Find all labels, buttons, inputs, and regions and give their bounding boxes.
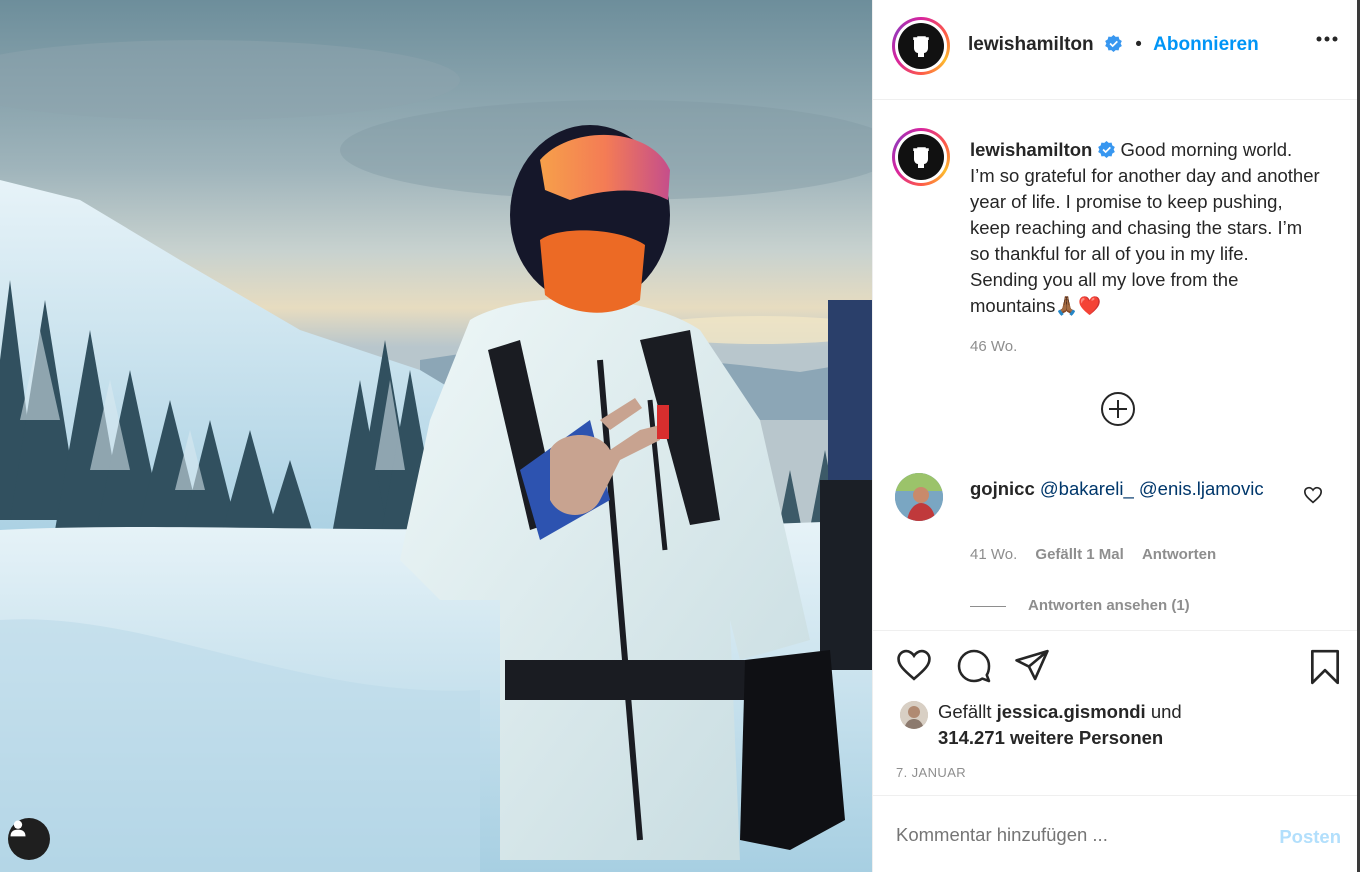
caption-emoji: 🙏🏾❤️ (1055, 295, 1102, 316)
liker-username[interactable]: jessica.gismondi (997, 701, 1146, 722)
liker-avatar[interactable] (900, 701, 928, 729)
comment-meta: 41 Wo. Gefällt 1 Mal Antworten (970, 546, 1230, 563)
instagram-post: lewishamilton • Abonnieren lewishamilton… (0, 0, 1360, 872)
bookmark-icon[interactable] (1309, 648, 1341, 686)
fist-icon (913, 36, 929, 57)
likes-count-link[interactable]: 314.271 weitere Personen (938, 727, 1163, 748)
heart-icon[interactable] (1303, 486, 1323, 504)
avatar-image (895, 473, 943, 521)
verified-icon (1098, 141, 1116, 158)
avatar-image (900, 701, 928, 729)
caption-username[interactable]: lewishamilton (970, 139, 1092, 160)
caption-body: Good morning world. I’m so grateful for … (970, 139, 1320, 316)
comment-timestamp: 41 Wo. (970, 546, 1018, 563)
share-icon[interactable] (1013, 648, 1051, 682)
add-comment-bar: Posten (873, 795, 1360, 872)
post-actions: Gefällt jessica.gismondi und 314.271 wei… (873, 630, 1360, 795)
mention-link[interactable]: @enis.ljamovic (1139, 478, 1264, 499)
tagged-users-button[interactable] (8, 818, 50, 860)
post-comment-button[interactable]: Posten (1279, 826, 1341, 848)
plus-circle-icon[interactable] (1100, 391, 1136, 427)
header-username[interactable]: lewishamilton (968, 34, 1094, 55)
verified-icon (1105, 35, 1122, 52)
caption-text: lewishamilton Good morning world. I’m so… (970, 137, 1320, 319)
comment-icon[interactable] (955, 648, 993, 684)
post-header: lewishamilton • Abonnieren (873, 0, 1360, 100)
photo-illustration (0, 0, 872, 872)
heart-icon[interactable] (895, 648, 933, 682)
caption-avatar[interactable] (892, 128, 950, 186)
header-username-row: lewishamilton • Abonnieren (968, 34, 1259, 56)
mention-link[interactable]: @bakareli_ (1040, 478, 1134, 499)
user-icon (10, 820, 26, 837)
likes-and: und (1150, 701, 1182, 722)
likes-prefix: Gefällt (938, 701, 992, 722)
comment-text: gojnicc @bakareli_ @enis.ljamovic (970, 476, 1270, 502)
comment-input[interactable] (896, 824, 1196, 846)
fist-icon (913, 147, 929, 168)
divider (970, 605, 1006, 607)
comment-avatar[interactable] (895, 473, 943, 521)
view-replies-button[interactable]: Antworten ansehen (1) (970, 597, 1190, 614)
separator-dot: • (1135, 34, 1142, 55)
reply-button[interactable]: Antworten (1142, 546, 1216, 563)
post-photo[interactable] (0, 0, 872, 872)
comment-likes-link[interactable]: Gefällt 1 Mal (1035, 546, 1123, 563)
likes-text: Gefällt jessica.gismondi und 314.271 wei… (938, 699, 1238, 751)
caption-timestamp: 46 Wo. (970, 338, 1018, 355)
more-icon[interactable] (1316, 36, 1338, 42)
post-date: 7. JANUAR (896, 765, 967, 780)
profile-avatar[interactable] (892, 17, 950, 75)
follow-button[interactable]: Abonnieren (1153, 34, 1259, 55)
post-side-panel: lewishamilton • Abonnieren lewishamilton… (872, 0, 1360, 872)
comment-username[interactable]: gojnicc (970, 478, 1035, 499)
view-replies-label: Antworten ansehen (1) (1028, 597, 1190, 614)
